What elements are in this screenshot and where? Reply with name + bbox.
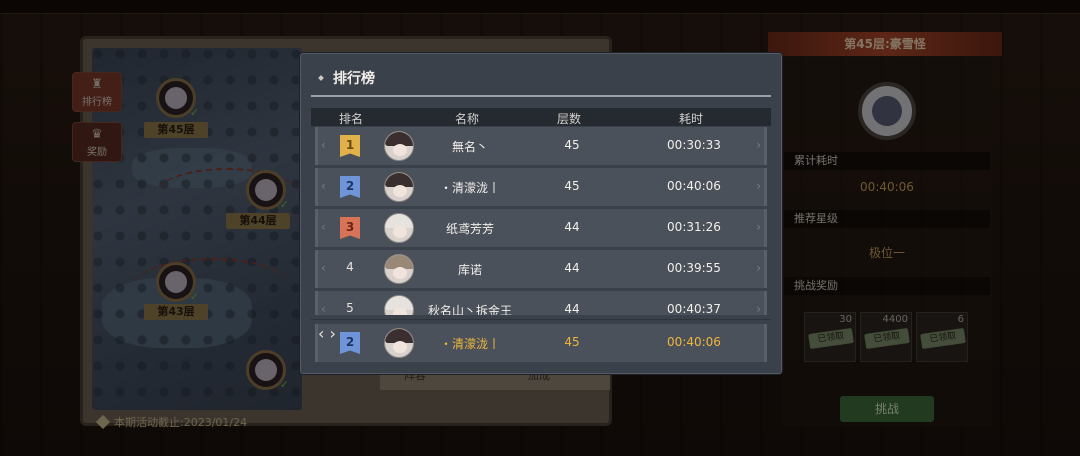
player-name: 纸鸢芳芳 bbox=[445, 222, 495, 236]
rank-badge: 3 bbox=[340, 217, 360, 239]
avatar bbox=[384, 328, 414, 358]
chevron-right-icon: › bbox=[329, 324, 336, 343]
chevron-right-icon: › bbox=[756, 302, 761, 315]
header-name: 名称 bbox=[454, 112, 480, 126]
rank-badge: 2 bbox=[340, 332, 360, 354]
leaderboard-header: 排名 名称 层数 耗时 bbox=[311, 108, 771, 126]
leaderboard-title: 排行榜 bbox=[318, 68, 375, 88]
my-floor: 45 bbox=[564, 335, 580, 349]
rank-badge: 2 bbox=[340, 176, 360, 198]
divider bbox=[311, 319, 771, 320]
avatar bbox=[384, 254, 414, 284]
player-time: 00:40:37 bbox=[667, 302, 721, 315]
my-name: ・清濛泷丨 bbox=[439, 337, 501, 351]
chevron-left-icon: ‹ bbox=[321, 138, 326, 152]
avatar bbox=[384, 172, 414, 202]
chevron-right-icon: › bbox=[756, 220, 761, 234]
player-name: 秋名山丶拆金王 bbox=[427, 304, 513, 315]
player-floor: 44 bbox=[564, 220, 580, 234]
leaderboard-row[interactable]: ‹ 1 無名丶 45 00:30:33 › bbox=[315, 127, 767, 165]
diamond-icon bbox=[318, 75, 324, 81]
player-floor: 44 bbox=[564, 302, 580, 315]
chevron-right-icon: › bbox=[756, 179, 761, 193]
chevron-left-icon: ‹ bbox=[321, 220, 326, 234]
player-name: 库诺 bbox=[457, 263, 483, 277]
player-floor: 44 bbox=[564, 261, 580, 275]
player-floor: 45 bbox=[564, 138, 580, 152]
my-time: 00:40:06 bbox=[667, 335, 721, 349]
rank-number: 4 bbox=[346, 260, 354, 274]
header-rank: 排名 bbox=[338, 112, 364, 126]
leaderboard-row[interactable]: ‹ 2 ・清濛泷丨 45 00:40:06 › bbox=[315, 168, 767, 206]
player-floor: 45 bbox=[564, 179, 580, 193]
leaderboard-row[interactable]: ‹ 3 纸鸢芳芳 44 00:31:26 › bbox=[315, 209, 767, 247]
header-time: 耗时 bbox=[678, 112, 704, 126]
header-floor: 层数 bbox=[556, 112, 582, 126]
avatar bbox=[384, 295, 414, 315]
player-time: 00:39:55 bbox=[667, 261, 721, 275]
leaderboard-modal: 排行榜 排名 名称 层数 耗时 ‹ 1 無名丶 45 00:30:33 › ‹ … bbox=[300, 53, 782, 374]
player-name: 無名丶 bbox=[451, 140, 489, 154]
player-time: 00:40:06 bbox=[667, 179, 721, 193]
chevron-left-icon: ‹ bbox=[321, 179, 326, 193]
chevron-left-icon: ‹ bbox=[321, 302, 326, 315]
rank-badge: 1 bbox=[340, 135, 360, 157]
avatar bbox=[384, 131, 414, 161]
leaderboard-row[interactable]: ‹ 5 秋名山丶拆金王 44 00:40:37 › bbox=[315, 291, 767, 315]
leaderboard-list[interactable]: ‹ 1 無名丶 45 00:30:33 › ‹ 2 ・清濛泷丨 45 00:40… bbox=[315, 127, 767, 315]
my-rank-row: ‹ 2 ・清濛泷丨 45 00:40:06 › bbox=[315, 324, 767, 362]
rank-number: 5 bbox=[346, 301, 354, 315]
chevron-right-icon: › bbox=[756, 138, 761, 152]
title-divider bbox=[311, 95, 771, 97]
chevron-left-icon: ‹ bbox=[318, 324, 325, 343]
chevron-right-icon: › bbox=[756, 261, 761, 275]
leaderboard-row[interactable]: ‹ 4 库诺 44 00:39:55 › bbox=[315, 250, 767, 288]
avatar bbox=[384, 213, 414, 243]
player-time: 00:31:26 bbox=[667, 220, 721, 234]
player-time: 00:30:33 bbox=[667, 138, 721, 152]
player-name: ・清濛泷丨 bbox=[439, 181, 501, 195]
chevron-left-icon: ‹ bbox=[321, 261, 326, 275]
